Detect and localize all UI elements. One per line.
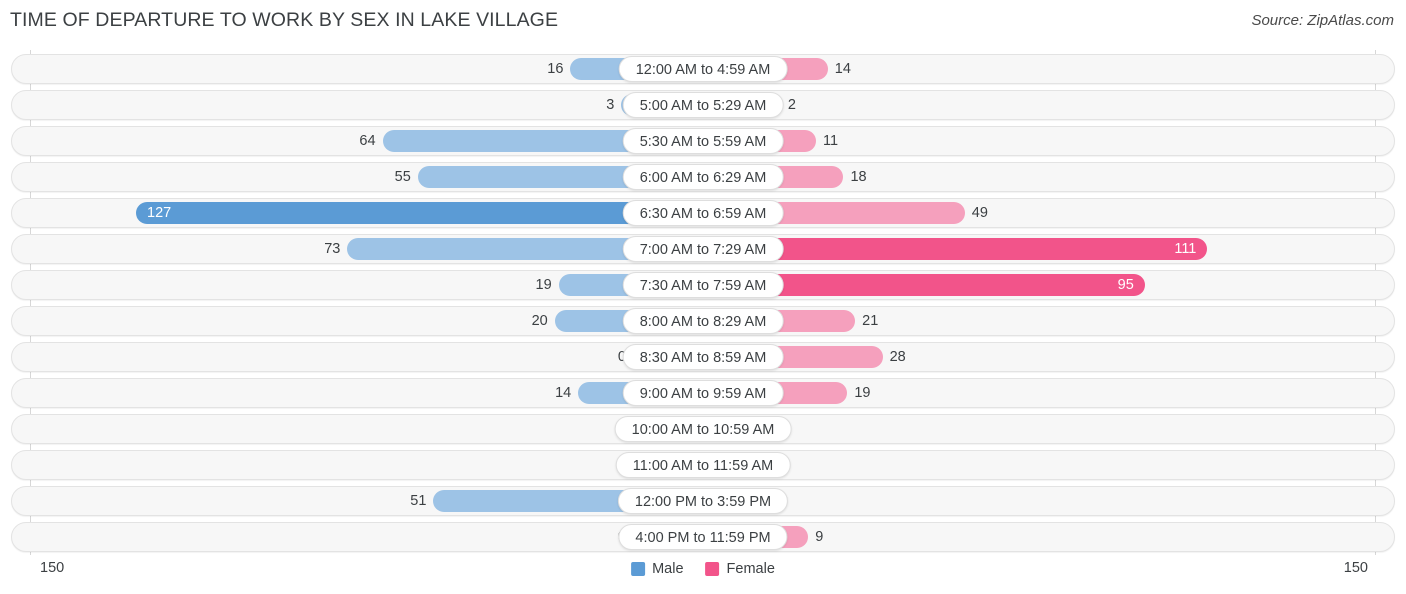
- table-row: 55 18 6:00 AM to 6:29 AM: [11, 162, 1395, 192]
- bar-value-male: 64: [359, 133, 376, 149]
- bar-value-female: 18: [850, 169, 867, 185]
- page-title: TIME OF DEPARTURE TO WORK BY SEX IN LAKE…: [10, 9, 559, 31]
- axis-tick-left: 150: [40, 560, 65, 576]
- legend-swatch-icon: [705, 562, 720, 576]
- bar-value-female: 14: [834, 61, 851, 77]
- plot-area: 16 14 12:00 AM to 4:59 AM 3 2 5:00 AM to 5:29…: [0, 50, 1406, 555]
- table-row: 0011:00 AM to 11:59 AM: [11, 450, 1395, 480]
- category-label: 8:00 AM to 8:29 AM: [622, 308, 784, 334]
- table-row: 20 21 8:00 AM to 8:29 AM: [11, 306, 1395, 336]
- category-label: 5:30 AM to 5:59 AM: [622, 128, 784, 154]
- table-row: 19 95 7:30 AM to 7:59 AM: [11, 270, 1395, 300]
- chart-footer: 150 150 Male Female: [0, 555, 1406, 594]
- legend-label: Male: [652, 561, 684, 577]
- table-row: 3 2 5:00 AM to 5:29 AM: [11, 90, 1395, 120]
- bar-value-male: 14: [555, 385, 572, 401]
- table-row: 094:00 PM to 11:59 PM: [11, 522, 1395, 552]
- legend-label: Female: [726, 561, 775, 577]
- bar-male[interactable]: 127: [136, 202, 703, 224]
- table-row: 16 14 12:00 AM to 4:59 AM: [11, 54, 1395, 84]
- table-row: 51012:00 PM to 3:59 PM: [11, 486, 1395, 516]
- table-row: 14 19 9:00 AM to 9:59 AM: [11, 378, 1395, 408]
- category-label: 6:30 AM to 6:59 AM: [622, 200, 784, 226]
- category-label: 6:00 AM to 6:29 AM: [622, 164, 784, 190]
- chart-container: TIME OF DEPARTURE TO WORK BY SEX IN LAKE…: [0, 0, 1406, 594]
- source-attribution: Source: ZipAtlas.com: [1251, 12, 1394, 29]
- category-label: 7:00 AM to 7:29 AM: [622, 236, 784, 262]
- bar-value-male: 55: [394, 169, 411, 185]
- bar-value-male: 16: [547, 61, 564, 77]
- table-row: 73 111 7:00 AM to 7:29 AM: [11, 234, 1395, 264]
- table-row: 127 49 6:30 AM to 6:59 AM: [11, 198, 1395, 228]
- legend-item-male[interactable]: Male: [631, 561, 684, 577]
- table-row: 0288:30 AM to 8:59 AM: [11, 342, 1395, 372]
- bar-value-male: 19: [535, 277, 552, 293]
- category-label: 9:00 AM to 9:59 AM: [622, 380, 784, 406]
- bar-value-female: 21: [862, 313, 879, 329]
- chart-legend: Male Female: [631, 561, 775, 577]
- category-label: 8:30 AM to 8:59 AM: [622, 344, 784, 370]
- bar-value-male: 127: [147, 205, 172, 221]
- bar-value-female: 19: [854, 385, 871, 401]
- axis-tick-right: 150: [1343, 560, 1368, 576]
- category-label: 10:00 AM to 10:59 AM: [614, 416, 792, 442]
- bar-value-female: 9: [815, 529, 824, 545]
- legend-item-female[interactable]: Female: [705, 561, 775, 577]
- bar-value-female: 2: [787, 97, 796, 113]
- chart-header: TIME OF DEPARTURE TO WORK BY SEX IN LAKE…: [0, 0, 1406, 46]
- category-label: 7:30 AM to 7:59 AM: [622, 272, 784, 298]
- bar-value-female: 11: [823, 133, 839, 149]
- table-row: 64 11 5:30 AM to 5:59 AM: [11, 126, 1395, 156]
- category-label: 4:00 PM to 11:59 PM: [618, 524, 788, 550]
- category-label: 11:00 AM to 11:59 AM: [615, 452, 791, 478]
- bar-value-male: 3: [606, 97, 615, 113]
- bar-value-male: 73: [324, 241, 341, 257]
- bar-value-male: 51: [410, 493, 427, 509]
- bar-value-female: 28: [889, 349, 906, 365]
- category-label: 12:00 PM to 3:59 PM: [617, 488, 789, 514]
- legend-swatch-icon: [631, 562, 646, 576]
- bar-value-male: 20: [531, 313, 548, 329]
- table-row: 0010:00 AM to 10:59 AM: [11, 414, 1395, 444]
- category-label: 5:00 AM to 5:29 AM: [622, 92, 784, 118]
- bar-value-female: 95: [1117, 277, 1134, 293]
- bar-value-female: 111: [1174, 241, 1197, 257]
- bar-value-female: 49: [971, 205, 988, 221]
- category-label: 12:00 AM to 4:59 AM: [618, 56, 788, 82]
